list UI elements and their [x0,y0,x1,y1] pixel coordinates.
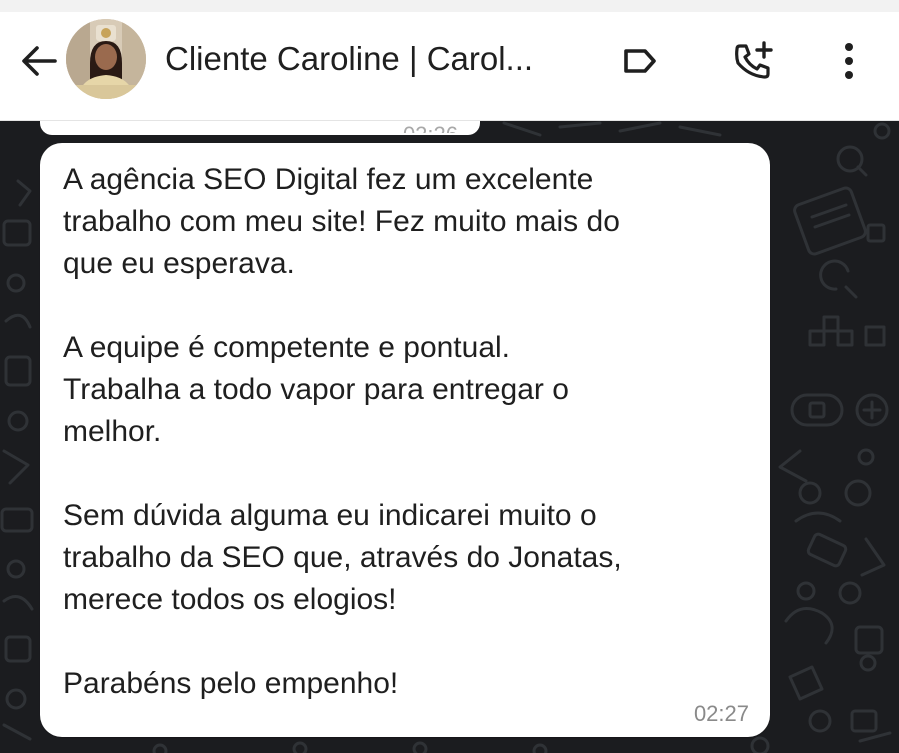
previous-message-time: 02:26 [403,124,458,133]
message-paragraph: A agência SEO Digital fez um excelente t… [63,163,620,280]
arrow-left-icon [22,46,57,76]
contact-photo [66,19,146,99]
message-paragraph: A equipe é competente e pontual. Trabalh… [63,331,569,448]
avatar[interactable] [66,19,146,99]
contact-name[interactable]: Cliente Caroline | Carol... [165,36,605,82]
previous-message-bubble: 02:26 [40,121,480,135]
chat-area[interactable]: 02:26 A agência SEO Digital fez um excel… [0,121,899,753]
message-bubble[interactable]: A agência SEO Digital fez um excelente t… [40,143,770,737]
message-paragraph: Parabéns pelo empenho! [63,667,399,700]
back-button[interactable] [16,38,62,84]
status-strip [0,0,899,12]
more-options-button[interactable] [824,36,874,86]
add-call-button[interactable] [728,36,778,86]
message-time: 02:27 [693,701,749,726]
label-tag-icon [624,49,656,73]
chat-header: Cliente Caroline | Carol... [0,12,899,121]
message-paragraph: Sem dúvida alguma eu indicarei muito o t… [63,499,622,616]
add-call-icon [735,41,773,79]
label-button[interactable] [614,36,664,86]
message-text: A agência SEO Digital fez um excelente t… [63,159,753,705]
more-vertical-icon [845,43,853,79]
